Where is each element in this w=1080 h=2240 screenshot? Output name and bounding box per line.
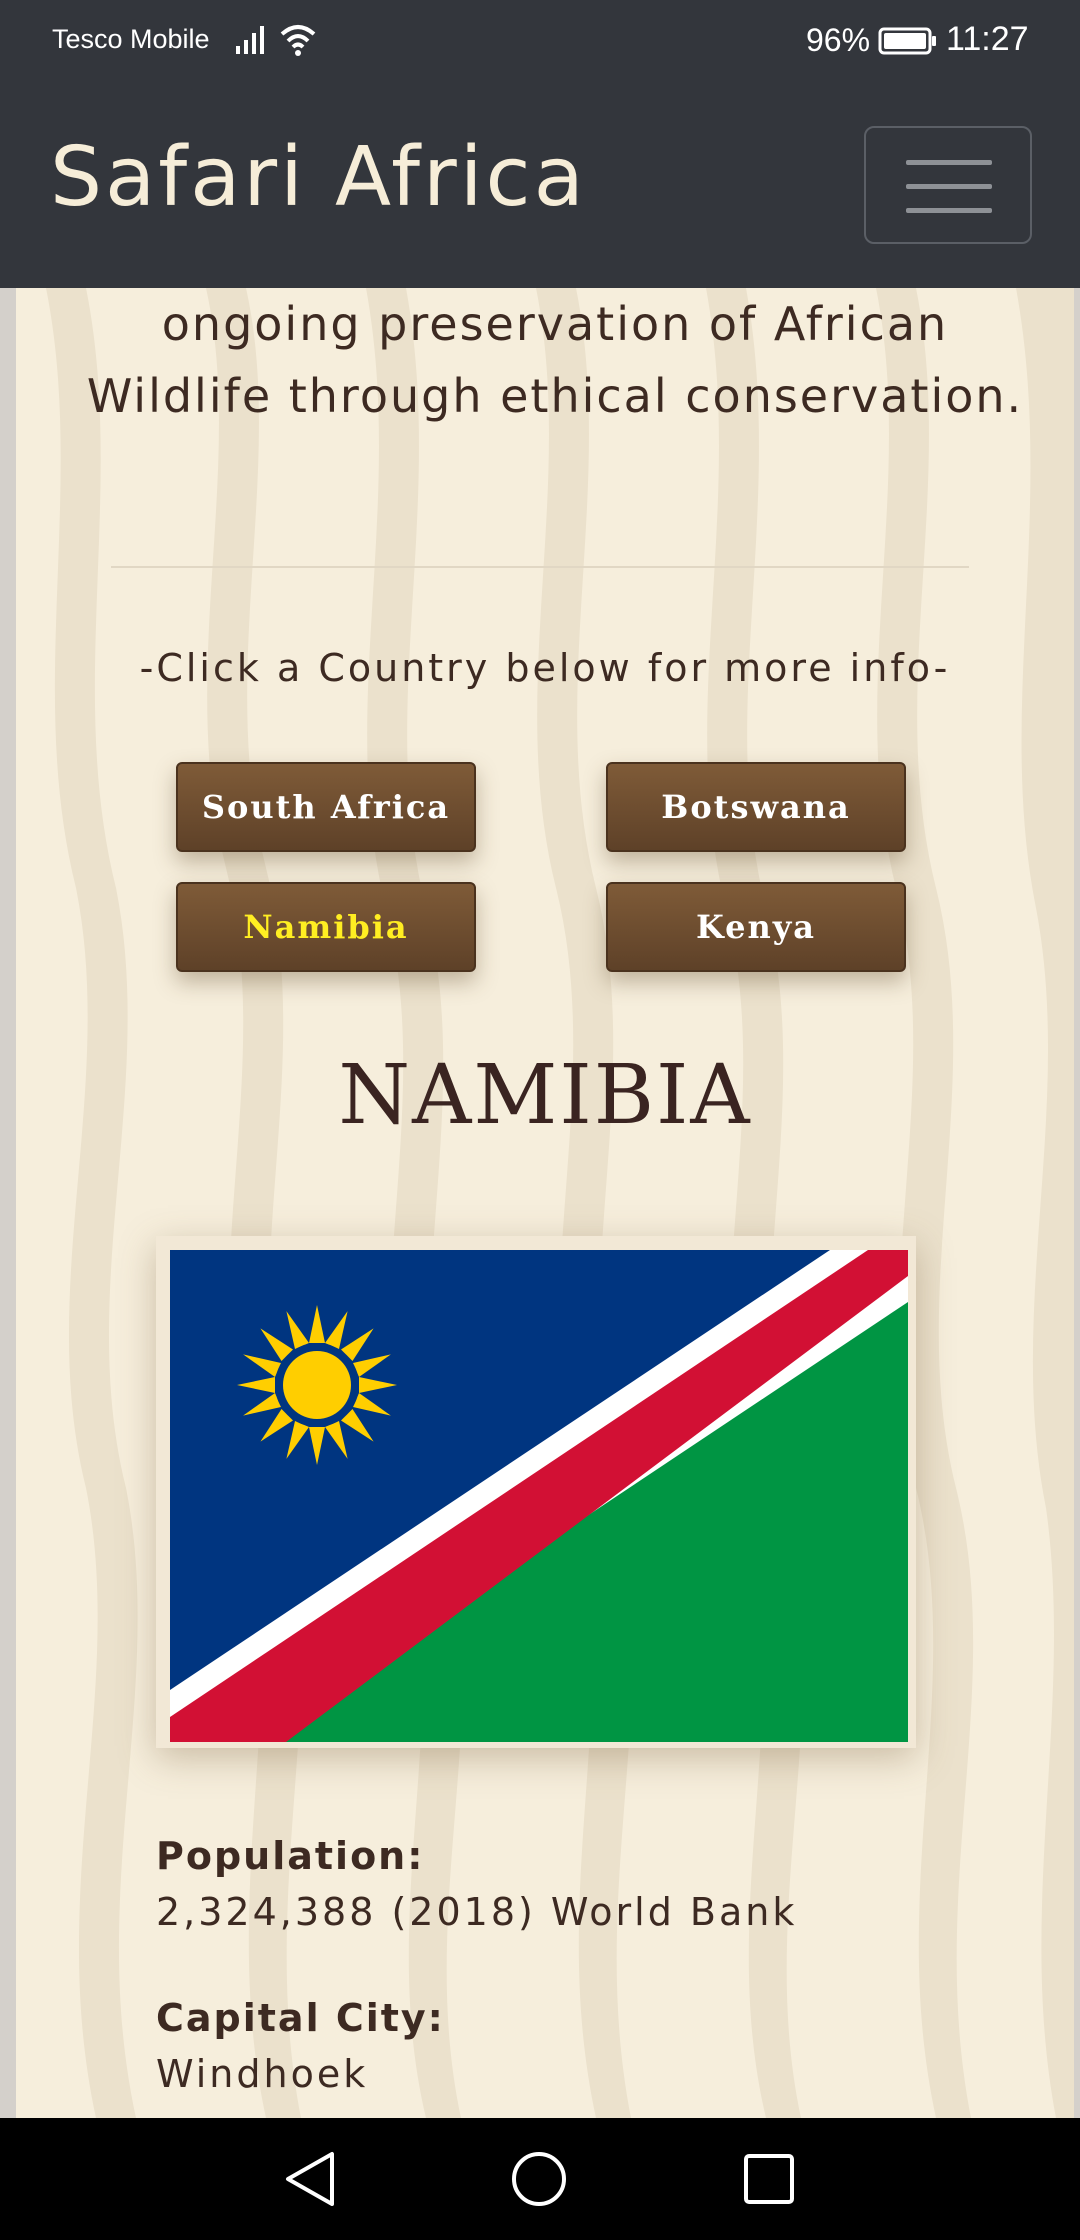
capital-label: Capital City: <box>156 1996 445 2040</box>
namibia-flag-icon <box>170 1250 908 1742</box>
country-button-south-africa[interactable]: South Africa <box>176 762 476 852</box>
hamburger-icon <box>906 160 992 214</box>
country-title: NAMIBIA <box>338 1048 752 1143</box>
home-icon[interactable] <box>510 2150 568 2208</box>
country-button-kenya[interactable]: Kenya <box>606 882 906 972</box>
country-button-namibia[interactable]: Namibia <box>176 882 476 972</box>
country-button-botswana[interactable]: Botswana <box>606 762 906 852</box>
population-label: Population: <box>156 1834 425 1878</box>
intro-text: ongoing preservation of African Wildlife… <box>86 297 1024 423</box>
menu-toggle-button[interactable] <box>864 126 1032 244</box>
clock: 11:27 <box>946 20 1029 58</box>
country-prompt: -Click a Country below for more info- <box>139 646 951 690</box>
main-content: ongoing preservation of African Wildlife… <box>16 288 1074 2118</box>
wifi-icon <box>280 25 316 56</box>
status-bar: Tesco Mobile 96% 11:27 <box>0 0 1080 82</box>
population-value: 2,324,388 (2018) World Bank <box>156 1890 798 1934</box>
recent-apps-icon[interactable] <box>742 2152 796 2206</box>
flag-frame <box>156 1236 916 1748</box>
signal-icon <box>236 26 264 54</box>
site-header: Safari Africa <box>0 82 1080 288</box>
battery-icon <box>878 27 936 55</box>
system-navigation-bar <box>0 2118 1080 2240</box>
back-icon[interactable] <box>282 2150 338 2208</box>
section-divider <box>111 566 969 568</box>
carrier-name: Tesco Mobile <box>52 24 210 54</box>
capital-value: Windhoek <box>156 2052 369 2096</box>
battery-percent: 96% <box>806 22 871 58</box>
site-brand[interactable]: Safari Africa <box>50 130 587 225</box>
